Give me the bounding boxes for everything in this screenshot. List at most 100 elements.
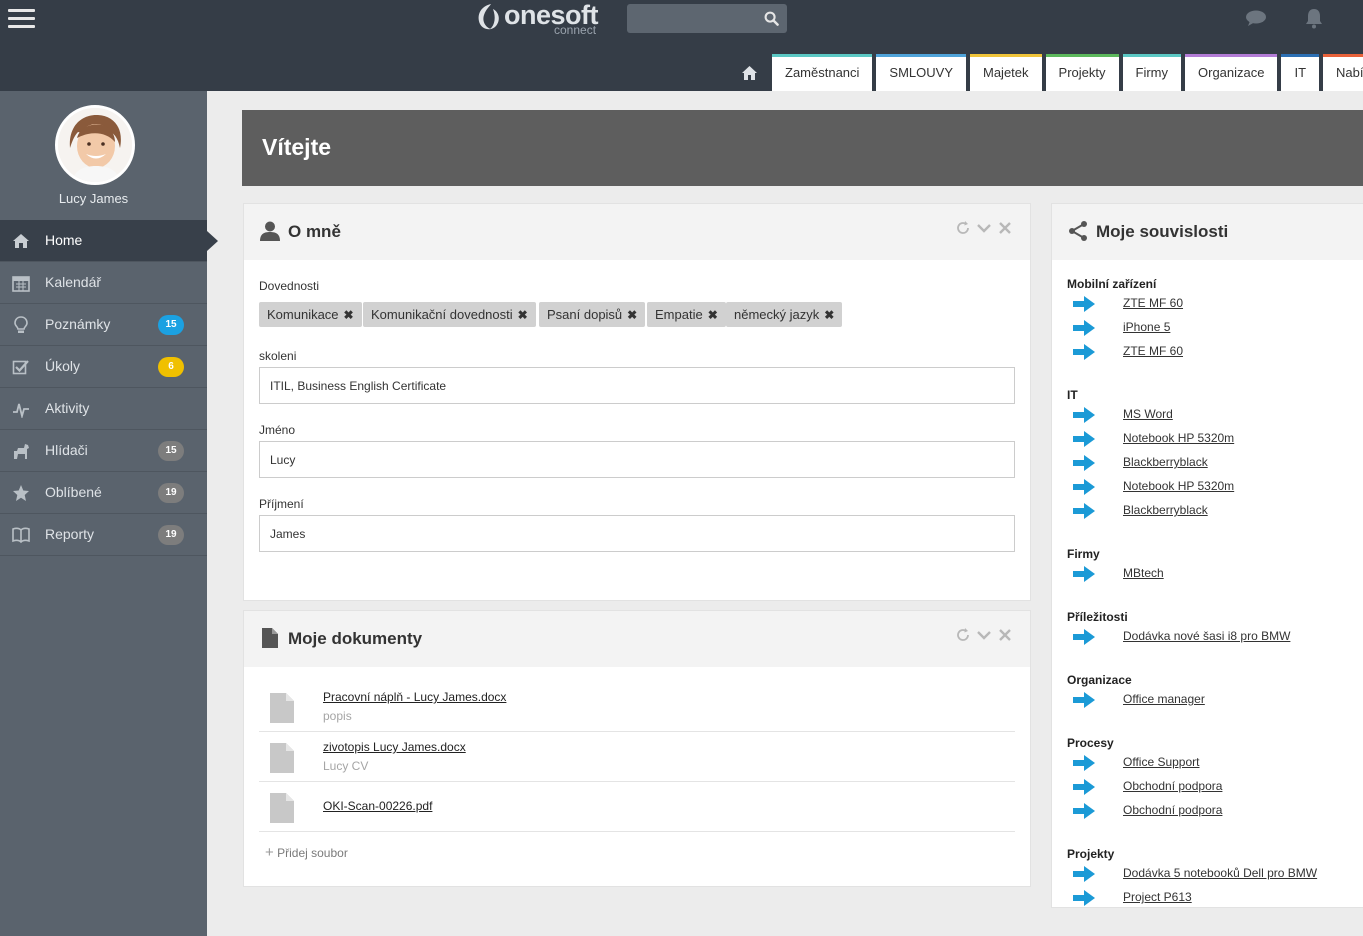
sidebar-item-hlidaci[interactable]: Hlídači 15 [0,430,207,472]
relation-link[interactable]: MBtech [1123,566,1164,580]
tab-organizace[interactable]: Organizace [1185,54,1278,91]
sidebar-item-label: Oblíbené [45,484,102,500]
tab-smlouvy[interactable]: SMLOUVY [876,54,966,91]
remove-tag-icon[interactable]: ✖ [518,308,528,322]
refresh-icon[interactable] [955,627,971,643]
sidebar-item-ukoly[interactable]: Úkoly 6 [0,346,207,388]
arrow-right-icon [1073,431,1095,447]
panel-header: Moje souvislosti [1052,204,1363,260]
search-icon[interactable] [764,11,779,26]
relation-item: Office Support [1067,753,1357,773]
relation-item: Notebook HP 5320m [1067,429,1357,449]
sidebar-item-aktivity[interactable]: Aktivity [0,388,207,430]
document-description: Lucy CV [323,759,369,773]
relation-link[interactable]: Obchodní podpora [1123,803,1222,817]
arrow-right-icon [1073,455,1095,471]
training-field[interactable] [259,367,1015,404]
relation-link[interactable]: ZTE MF 60 [1123,344,1183,358]
remove-tag-icon[interactable]: ✖ [708,308,718,322]
relation-link[interactable]: Office manager [1123,692,1205,706]
relation-group-title: Firmy [1067,547,1100,561]
tab-it[interactable]: IT [1281,54,1320,91]
document-link[interactable]: Pracovní náplň - Lucy James.docx [323,690,506,704]
tab-zamestnanci[interactable]: Zaměstnanci [772,54,873,91]
relations-panel: Moje souvislosti Mobilní zařízení ZTE MF … [1051,203,1363,908]
user-name[interactable]: Lucy James [0,191,187,206]
plus-icon: + [265,844,274,861]
sidebar: Lucy James Home Kalendář Poznámky 15 Úko… [0,91,218,936]
arrow-right-icon [1073,503,1095,519]
last-name-field[interactable] [259,515,1015,552]
remove-tag-icon[interactable]: ✖ [824,308,834,322]
relation-link[interactable]: Notebook HP 5320m [1123,431,1234,445]
document-link[interactable]: OKI-Scan-00226.pdf [323,799,432,813]
arrow-right-icon [1073,629,1095,645]
search-box [627,4,787,33]
chevron-down-icon[interactable] [976,220,992,236]
welcome-banner: Vítejte [242,110,1363,186]
remove-tag-icon[interactable]: ✖ [344,308,354,322]
relation-link[interactable]: Blackberryblack [1123,455,1208,469]
star-icon [13,485,29,501]
sidebar-item-kalendar[interactable]: Kalendář [0,262,207,304]
logo[interactable]: onesoft connect [476,0,606,37]
sidebar-item-label: Poznámky [45,316,111,332]
first-name-label: Jméno [259,423,296,437]
relation-item: Office manager [1067,690,1357,710]
menu-icon[interactable] [8,9,35,29]
arrow-right-icon [1073,344,1095,360]
relation-item: iPhone 5 [1067,318,1357,338]
panel-tools [955,627,1015,645]
skill-tag-label: Empatie [655,307,703,322]
tab-nabidky[interactable]: Nabídk [1323,54,1363,91]
skill-tag-label: německý jazyk [734,307,820,322]
document-link[interactable]: zivotopis Lucy James.docx [323,740,466,754]
tab-home[interactable] [730,54,768,91]
relation-item: MS Word [1067,405,1357,425]
relation-item: ZTE MF 60 [1067,342,1357,362]
document-row: OKI-Scan-00226.pdf [259,782,1015,832]
tab-firmy[interactable]: Firmy [1122,54,1181,91]
add-file-button[interactable]: + Přidej soubor [265,844,348,861]
sidebar-item-poznamky[interactable]: Poznámky 15 [0,304,207,346]
refresh-icon[interactable] [955,220,971,236]
calendar-icon [12,276,30,292]
tab-majetek[interactable]: Majetek [970,54,1042,91]
sidebar-item-oblibene[interactable]: Oblíbené 19 [0,472,207,514]
sidebar-nav: Home Kalendář Poznámky 15 Úkoly 6 Aktivi… [0,220,218,556]
relation-link[interactable]: Blackberryblack [1123,503,1208,517]
relation-link[interactable]: Dodávka 5 notebooků Dell pro BMW [1123,866,1317,880]
relation-link[interactable]: Project P613 [1123,890,1192,904]
first-name-field[interactable] [259,441,1015,478]
lightbulb-icon [14,316,28,333]
relation-item: Obchodní podpora [1067,777,1357,797]
panel-tools [955,220,1015,238]
relation-group-title: Procesy [1067,736,1114,750]
avatar[interactable] [55,105,135,185]
sidebar-item-home[interactable]: Home [0,220,218,262]
relation-item: Notebook HP 5320m [1067,477,1357,497]
remove-tag-icon[interactable]: ✖ [627,308,637,322]
close-icon[interactable] [997,627,1013,643]
search-input[interactable] [627,4,757,33]
sidebar-item-label: Kalendář [45,274,102,290]
relation-link[interactable]: Notebook HP 5320m [1123,479,1234,493]
chevron-down-icon[interactable] [976,627,992,643]
relation-link[interactable]: MS Word [1123,407,1173,421]
relation-link[interactable]: Obchodní podpora [1123,779,1222,793]
chat-icon[interactable] [1245,9,1267,27]
skill-tag: Komunikační dovednosti ✖ [363,302,536,327]
activity-icon [13,403,29,418]
bell-icon[interactable] [1303,7,1325,29]
relation-link[interactable]: Dodávka nové šasi i8 pro BMW [1123,629,1290,643]
tab-projekty[interactable]: Projekty [1045,54,1119,91]
sidebar-item-label: Home [45,232,83,248]
relation-link[interactable]: iPhone 5 [1123,320,1170,334]
relation-link[interactable]: Office Support [1123,755,1200,769]
skill-tag: Psaní dopisů ✖ [539,302,646,327]
close-icon[interactable] [997,220,1013,236]
relation-group-title: Mobilní zařízení [1067,277,1157,291]
documents-panel: Moje dokumenty Pracovní náplň - Lucy Jam… [243,610,1031,887]
relation-link[interactable]: ZTE MF 60 [1123,296,1183,310]
sidebar-item-reporty[interactable]: Reporty 19 [0,514,207,556]
